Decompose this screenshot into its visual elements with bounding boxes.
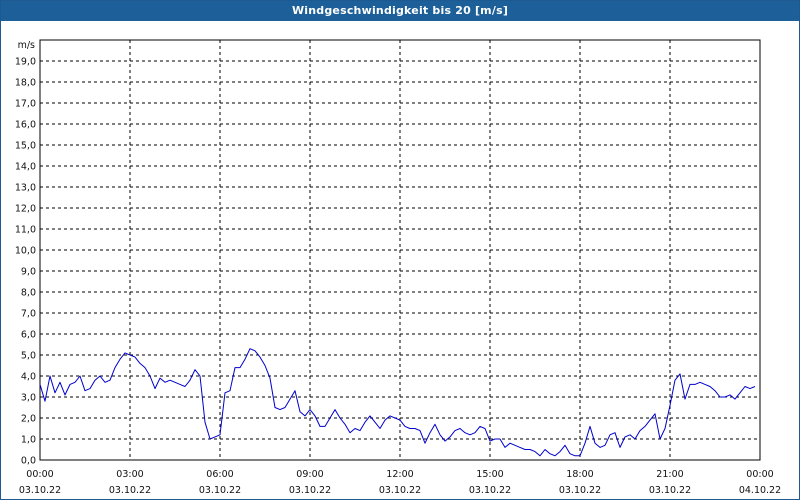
x-tick-time: 12:00 <box>386 469 413 480</box>
y-tick-label: 15,0 <box>15 141 36 152</box>
y-tick-label: 2,0 <box>21 414 36 425</box>
y-tick-label: 0,0 <box>21 456 36 467</box>
x-tick-date: 03.10.22 <box>379 485 421 496</box>
x-tick-time: 21:00 <box>656 469 683 480</box>
x-tick-time: 03:00 <box>116 469 143 480</box>
x-tick-time: 18:00 <box>566 469 593 480</box>
x-tick-date: 03.10.22 <box>289 485 331 496</box>
x-tick-date: 03.10.22 <box>109 485 151 496</box>
y-tick-label: 18,0 <box>15 78 36 89</box>
x-tick-time: 15:00 <box>476 469 503 480</box>
wind-speed-chart: m/s 0,0 1,0 2,0 3,0 4,0 5,0 6,0 7,0 8,0 9,0 10,0 11… <box>15 39 781 496</box>
series-line-wind-speed <box>39 348 756 457</box>
y-tick-label: 6,0 <box>21 330 36 341</box>
y-tick-label: 9,0 <box>21 267 36 278</box>
y-tick-label: 11,0 <box>15 225 36 236</box>
y-axis-unit-label: m/s <box>18 40 35 51</box>
x-tick-date: 03.10.22 <box>649 485 691 496</box>
grid-lines <box>40 40 760 460</box>
y-tick-label: 17,0 <box>15 99 36 110</box>
x-tick-time: 09:00 <box>296 469 323 480</box>
y-tick-label: 12,0 <box>15 204 36 215</box>
x-tick-date: 03.10.22 <box>199 485 241 496</box>
y-tick-label: 8,0 <box>21 288 36 299</box>
y-tick-label: 14,0 <box>15 162 36 173</box>
y-axis-ticks: 0,0 1,0 2,0 3,0 4,0 5,0 6,0 7,0 8,0 9,0 10,0 11,0 12… <box>15 57 36 467</box>
y-tick-label: 13,0 <box>15 183 36 194</box>
series-group <box>39 348 756 457</box>
y-tick-label: 16,0 <box>15 120 36 131</box>
x-tick-date: 03.10.22 <box>559 485 601 496</box>
x-tick-date: 04.10.22 <box>739 485 781 496</box>
x-tick-date: 03.10.22 <box>19 485 61 496</box>
x-tick-time: 00:00 <box>26 469 53 480</box>
y-tick-label: 7,0 <box>21 309 36 320</box>
y-tick-label: 19,0 <box>15 57 36 68</box>
y-tick-label: 5,0 <box>21 351 36 362</box>
y-tick-label: 4,0 <box>21 372 36 383</box>
x-tick-time: 06:00 <box>206 469 233 480</box>
y-tick-label: 1,0 <box>21 435 36 446</box>
x-tick-time: 00:00 <box>746 469 773 480</box>
y-tick-label: 10,0 <box>15 246 36 257</box>
x-axis-ticks: 00:00 03.10.22 03:00 03.10.22 06:00 03.10.22 0… <box>19 469 781 496</box>
x-tick-date: 03.10.22 <box>469 485 511 496</box>
y-tick-label: 3,0 <box>21 393 36 404</box>
